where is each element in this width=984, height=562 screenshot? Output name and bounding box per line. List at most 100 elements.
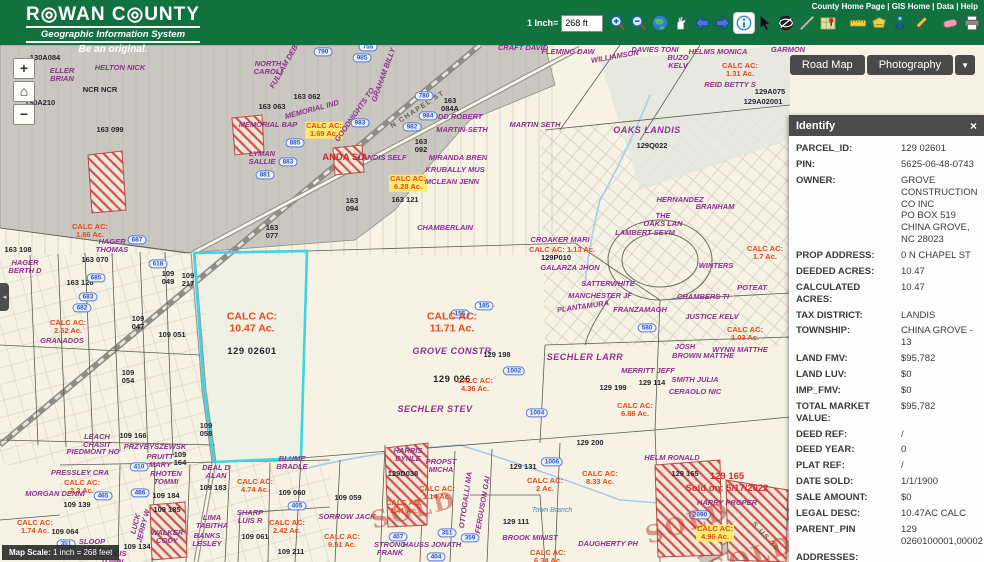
identify-field-label: IMP_FMV: — [796, 385, 897, 397]
identify-field-row: LEGAL DESC: 10.47AC CALC — [796, 506, 977, 522]
identify-field-label: DEED REF: — [796, 429, 897, 441]
zoom-in-icon[interactable] — [608, 13, 628, 33]
identify-panel: Identify × PARCEL_ID: 129 02601 PIN: 562… — [789, 115, 984, 562]
home-extent-button[interactable]: ⌂ — [13, 81, 35, 102]
identify-field-label: TOTAL MARKET VALUE: — [796, 401, 897, 425]
clear-selection-globe-icon[interactable] — [776, 13, 796, 33]
full-extent-globe-icon[interactable] — [650, 13, 670, 33]
basemap-dropdown-caret[interactable]: ▼ — [955, 55, 975, 75]
identify-field-row: SALE AMOUNT: $0 — [796, 490, 977, 506]
identify-field-value: / — [901, 429, 977, 441]
identify-field-value: 10.47 — [901, 266, 977, 278]
identify-field-value: LANDIS — [901, 310, 977, 322]
logo-tagline: Be an original. — [26, 43, 200, 55]
identify-field-row: ADDRESSES: — [796, 550, 977, 562]
identify-field-row: OWNER: GROVE CONSTRUCTION CO INCPO BOX 5… — [796, 173, 977, 248]
identify-field-label: CALCULATED ACRES: — [796, 282, 897, 306]
scale-label: 1 Inch= — [527, 18, 558, 28]
xy-coordinates-icon[interactable]: XY — [890, 13, 910, 33]
identify-field-label: DEED YEAR: — [796, 444, 897, 456]
identify-field-label: OWNER: — [796, 175, 897, 246]
identify-field-label: LAND FMV: — [796, 353, 897, 365]
identify-field-label: DEEDED ACRES: — [796, 266, 897, 278]
logo-title: R◎WAN C◎UNTY — [26, 3, 200, 26]
identify-field-label: SALE AMOUNT: — [796, 492, 897, 504]
top-links: County Home Page | GIS Home | Data | Hel… — [812, 2, 978, 11]
identify-field-value: $0 — [901, 385, 977, 397]
identify-field-value: 0 N CHAPEL ST — [901, 250, 977, 262]
identify-field-label: LAND LUV: — [796, 369, 897, 381]
identify-field-value: $95,782 — [901, 353, 977, 365]
selected-parcel-outline — [194, 251, 307, 462]
identify-field-label: PLAT REF: — [796, 460, 897, 472]
svg-text:XY: XY — [895, 22, 906, 31]
zoom-in-button[interactable]: + — [13, 58, 35, 79]
map-toolbar: 1 Inch= — [527, 13, 984, 33]
identify-field-label: PROP ADDRESS: — [796, 250, 897, 262]
map-scale-readout: Map Scale: 1 inch = 268 feet — [2, 545, 119, 560]
logo-subtitle: Geographic Information System — [26, 26, 200, 43]
sidebar-toggle[interactable]: ◂ — [0, 283, 9, 311]
identify-field-label: PARENT_PIN — [796, 524, 897, 548]
print-icon[interactable] — [962, 13, 982, 33]
top-link-gis-home[interactable]: GIS Home — [892, 2, 930, 11]
identify-field-value: 129 0260100001,00002 — [901, 524, 983, 548]
identify-field-label: LEGAL DESC: — [796, 508, 897, 520]
road-map-button[interactable]: Road Map — [790, 55, 865, 75]
identify-field-value: 129 02601 — [901, 143, 977, 155]
basemap-switcher: Road Map Photography ▼ — [790, 55, 975, 75]
identify-field-row: PROP ADDRESS: 0 N CHAPEL ST — [796, 248, 977, 264]
photography-button[interactable]: Photography — [867, 55, 953, 75]
identify-field-value: 10.47AC CALC — [901, 508, 977, 520]
identify-field-label: TAX DISTRICT: — [796, 310, 897, 322]
identify-field-row: DATE SOLD: 1/1/1900 — [796, 474, 977, 490]
identify-field-label: PARCEL_ID: — [796, 143, 897, 155]
dimension-ruler-icon[interactable] — [848, 13, 868, 33]
top-link-help[interactable]: Help — [961, 2, 978, 11]
draw-pencil-icon[interactable] — [911, 13, 931, 33]
zoom-out-button[interactable]: − — [13, 104, 35, 125]
previous-extent-arrow-icon[interactable] — [692, 13, 712, 33]
zoom-out-icon[interactable] — [629, 13, 649, 33]
identify-icon[interactable] — [734, 13, 754, 33]
zoom-controls: + ⌂ − — [13, 58, 35, 127]
select-pointer-icon[interactable] — [755, 13, 775, 33]
identify-field-row: LAND FMV: $95,782 — [796, 351, 977, 367]
pan-hand-icon[interactable] — [671, 13, 691, 33]
identify-field-label: ADDRESSES: — [796, 552, 897, 562]
identify-field-label: DATE SOLD: — [796, 476, 897, 488]
top-link-county-home-page[interactable]: County Home Page — [812, 2, 885, 11]
identify-field-row: PARENT_PIN 129 0260100001,00002 — [796, 522, 977, 550]
scale-input[interactable] — [561, 15, 603, 32]
identify-panel-header: Identify × — [789, 115, 984, 136]
identify-field-value: 1/1/1900 — [901, 476, 977, 488]
identify-field-value: GROVE CONSTRUCTION CO INCPO BOX 519CHINA… — [901, 175, 978, 246]
identify-field-row: PARCEL_ID: 129 02601 — [796, 141, 977, 157]
identify-field-row: IMP_FMV: $0 — [796, 383, 977, 399]
identify-field-row: TOTAL MARKET VALUE: $95,782 — [796, 399, 977, 427]
identify-field-value — [901, 552, 977, 562]
identify-field-value: $0 — [901, 492, 977, 504]
identify-field-value: 10.47 — [901, 282, 977, 306]
map-scale-label: Map Scale: — [9, 548, 51, 557]
identify-field-row: PLAT REF: / — [796, 458, 977, 474]
identify-field-row: DEED YEAR: 0 — [796, 442, 977, 458]
identify-field-label: TOWNSHIP: — [796, 325, 897, 349]
eraser-icon[interactable] — [941, 13, 961, 33]
gis-app: R◎WAN C◎UNTY Geographic Information Syst… — [0, 0, 984, 562]
identify-panel-title: Identify — [796, 120, 970, 132]
identify-field-value: / — [901, 460, 977, 472]
next-extent-arrow-icon[interactable] — [713, 13, 733, 33]
identify-field-row: LAND LUV: $0 — [796, 367, 977, 383]
identify-field-row: DEED REF: / — [796, 427, 977, 443]
map-locator-icon[interactable] — [818, 13, 838, 33]
identify-field-value: CHINA GROVE - 13 — [901, 325, 977, 349]
area-measure-icon[interactable] — [869, 13, 889, 33]
identify-field-value: 0 — [901, 444, 977, 456]
measure-line-icon[interactable] — [797, 13, 817, 33]
top-link-data[interactable]: Data — [937, 2, 954, 11]
close-icon[interactable]: × — [970, 119, 977, 133]
identify-field-row: CALCULATED ACRES: 10.47 — [796, 280, 977, 308]
identify-field-row: DEEDED ACRES: 10.47 — [796, 264, 977, 280]
identify-field-row: TAX DISTRICT: LANDIS — [796, 308, 977, 324]
